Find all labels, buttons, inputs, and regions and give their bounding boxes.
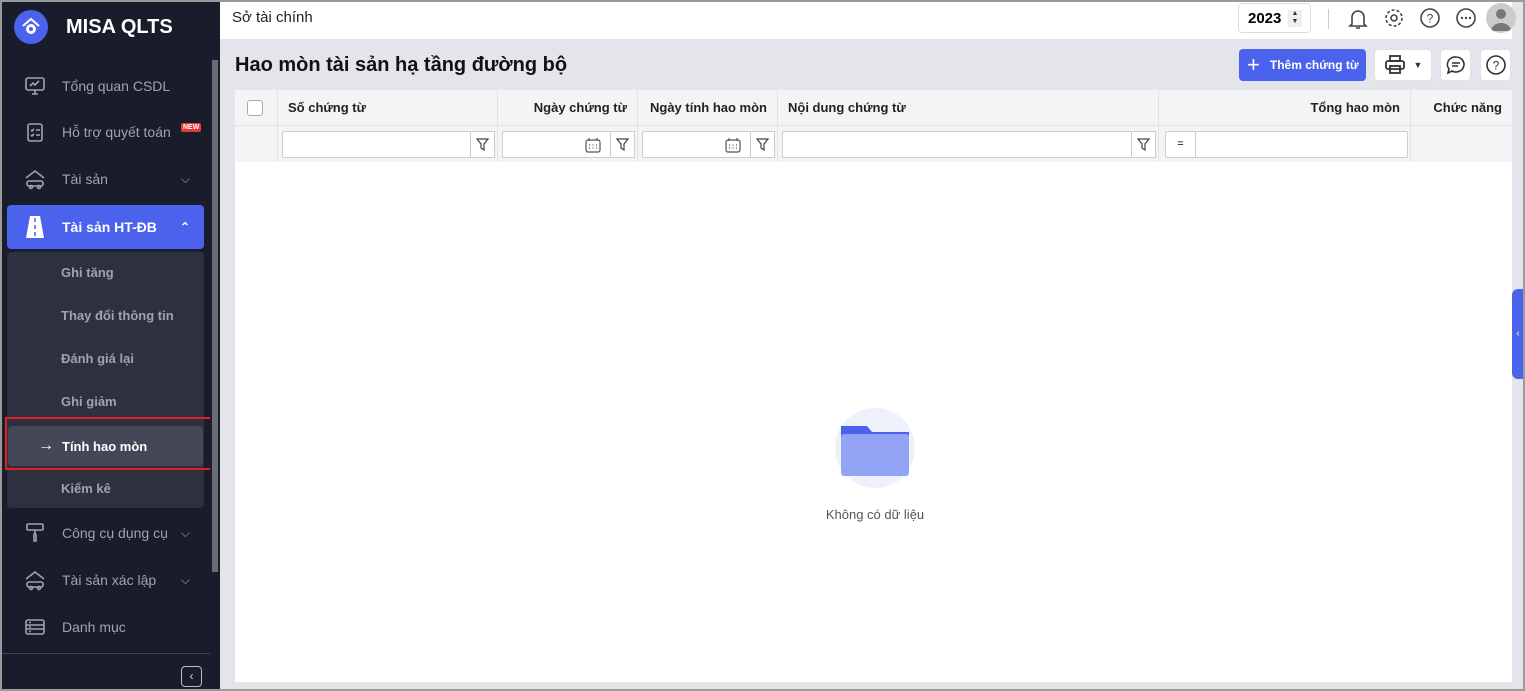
submenu-item-decrease[interactable]: Ghi giảm <box>7 381 204 421</box>
sidebar-item-settlement[interactable]: Hỗ trợ quyết toán NEW <box>7 110 204 154</box>
sidebar-item-catalog[interactable]: Danh mục <box>7 605 204 649</box>
divider <box>2 653 210 654</box>
calendar-icon[interactable] <box>725 138 741 153</box>
empty-state-text: Không có dữ liệu <box>825 507 925 522</box>
list-icon <box>22 614 48 640</box>
calendar-icon[interactable] <box>585 138 601 153</box>
sidebar: MISA QLTS Tổng quan CSDL Hỗ trợ quyết to… <box>2 2 216 689</box>
comment-button[interactable] <box>1440 49 1471 81</box>
paint-roller-icon <box>22 520 48 546</box>
content-filter-input[interactable] <box>782 131 1132 158</box>
filter-icon[interactable] <box>611 131 635 158</box>
table-header: Số chứng từ Ngày chứng từ Ngày tính hao … <box>235 90 1512 126</box>
plus-icon: + <box>1247 52 1260 77</box>
col-content[interactable]: Nội dung chứng từ <box>778 90 1159 126</box>
more-icon[interactable] <box>1454 7 1478 31</box>
total-filter-input[interactable] <box>1195 131 1408 158</box>
filter-cell <box>778 126 1159 162</box>
submenu-item-increase[interactable]: Ghi tăng <box>7 252 204 292</box>
submenu-item-revaluation[interactable]: Đánh giá lại <box>7 338 204 378</box>
gear-icon[interactable] <box>1382 7 1406 31</box>
sidebar-item-overview[interactable]: Tổng quan CSDL <box>7 64 204 108</box>
chevron-down-icon: ⌵ <box>180 572 190 587</box>
sidebar-item-road-assets[interactable]: Tài sản HT-ĐB ⌃ <box>7 205 204 249</box>
filter-row: = <box>235 126 1512 162</box>
new-badge: NEW <box>181 123 202 132</box>
add-voucher-button[interactable]: + Thêm chứng từ <box>1239 49 1366 81</box>
caret-down-icon: ▼ <box>1413 60 1423 70</box>
col-voucher-no[interactable]: Số chứng từ <box>278 90 498 126</box>
filter-cell <box>498 126 638 162</box>
road-icon <box>22 214 48 240</box>
submenu-item-change-info[interactable]: Thay đổi thông tin <box>7 295 204 335</box>
chevron-down-icon: ⌵ <box>180 525 190 540</box>
monitor-chart-icon <box>22 73 48 99</box>
svg-text:?: ? <box>1427 12 1434 26</box>
avatar[interactable] <box>1486 3 1516 33</box>
printer-icon <box>1384 55 1405 74</box>
chat-icon <box>1446 56 1465 75</box>
voucher-table: Số chứng từ Ngày chứng từ Ngày tính hao … <box>235 90 1512 682</box>
chevron-down-icon: ⌵ <box>180 171 190 186</box>
filter-cell <box>235 126 278 162</box>
col-voucher-date[interactable]: Ngày chứng từ <box>498 90 638 126</box>
submenu-item-inventory[interactable]: Kiểm kê <box>7 468 204 508</box>
year-stepper[interactable]: 2023 ▲ ▼ <box>1238 3 1311 33</box>
select-all-cell <box>235 90 278 126</box>
print-button[interactable]: ▼ <box>1374 49 1432 81</box>
app-name: MISA QLTS <box>66 15 173 38</box>
page-help-button[interactable]: ? <box>1480 49 1511 81</box>
sidebar-item-established-assets[interactable]: Tài sản xác lập ⌵ <box>7 558 204 602</box>
stepper-arrows-icon[interactable]: ▲ ▼ <box>1288 10 1302 27</box>
bell-icon[interactable] <box>1346 7 1370 31</box>
filter-cell: = <box>1159 126 1411 162</box>
select-all-checkbox[interactable] <box>247 100 263 116</box>
svg-text:?: ? <box>1492 59 1499 73</box>
filter-icon[interactable] <box>471 131 495 158</box>
col-total-depreciation[interactable]: Tổng hao mòn <box>1159 90 1411 126</box>
house-car-icon <box>22 567 48 593</box>
filter-icon[interactable] <box>751 131 775 158</box>
help-icon: ? <box>1485 55 1506 75</box>
col-actions: Chức năng <box>1433 100 1502 115</box>
chevron-up-icon: ⌃ <box>179 220 190 234</box>
breadcrumb[interactable]: Sở tài chính <box>232 9 313 26</box>
voucher-no-filter-input[interactable] <box>282 131 471 158</box>
col-depreciation-date[interactable]: Ngày tính hao mòn <box>638 90 778 126</box>
app-logo[interactable]: MISA QLTS <box>14 10 173 44</box>
operator-select[interactable]: = <box>1165 131 1196 158</box>
empty-folder-icon <box>835 408 915 491</box>
filter-icon[interactable] <box>1132 131 1156 158</box>
clipboard-check-icon <box>22 119 48 145</box>
sidebar-item-assets[interactable]: Tài sản ⌵ <box>7 157 204 201</box>
sidebar-item-tools[interactable]: Công cụ dụng cụ ⌵ <box>7 511 204 555</box>
side-panel-toggle[interactable]: ‹ <box>1512 289 1523 379</box>
highlight-box <box>5 417 216 470</box>
house-car-icon <box>22 166 48 192</box>
home-camera-icon <box>14 10 48 44</box>
page-title: Hao mòn tài sản hạ tầng đường bộ <box>235 54 568 76</box>
divider <box>1328 9 1329 29</box>
sidebar-scrollbar[interactable] <box>210 2 220 689</box>
filter-cell <box>278 126 498 162</box>
top-bar: Sở tài chính 2023 ▲ ▼ ? <box>220 2 1516 39</box>
help-icon[interactable]: ? <box>1418 7 1442 31</box>
filter-cell <box>638 126 778 162</box>
collapse-sidebar-button[interactable]: ‹ <box>181 666 202 687</box>
